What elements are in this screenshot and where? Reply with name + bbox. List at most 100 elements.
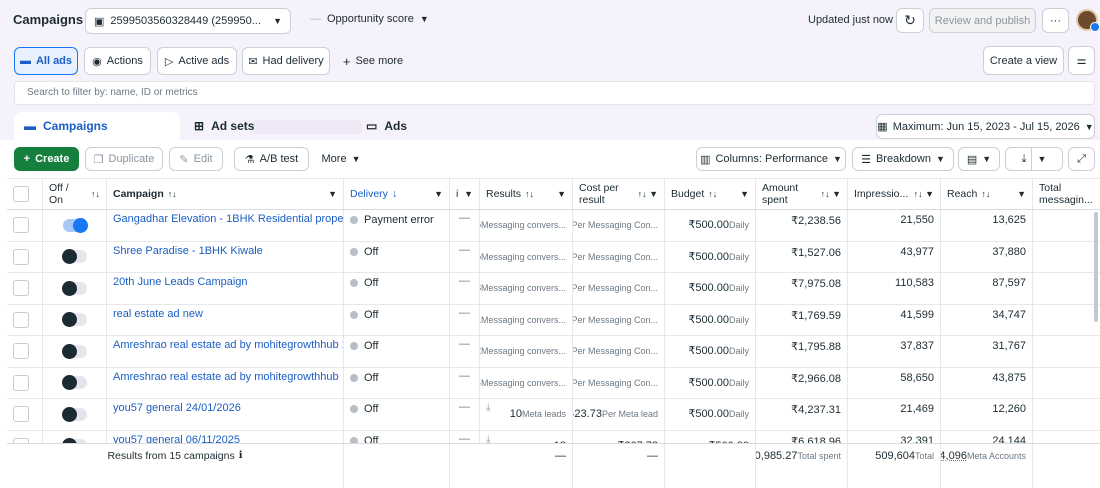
header-delivery[interactable]: Delivery ↓ ▼ xyxy=(344,179,450,209)
table-row[interactable]: Amreshrao real estate ad by mohitegrowth… xyxy=(7,336,1100,368)
header-results[interactable]: Results ↑↓ ▼ xyxy=(480,179,573,209)
select-all-checkbox[interactable] xyxy=(13,186,29,202)
campaign-name-link[interactable]: real estate ad new xyxy=(113,308,203,320)
delivery-cell: Payment error xyxy=(344,210,450,241)
budget-value: ₹500.00 xyxy=(688,408,729,421)
sort-icon: ↑↓ xyxy=(167,189,177,199)
delivery-cell: Off xyxy=(344,367,450,398)
active-ads-filter[interactable]: ▷ Active ads xyxy=(157,47,237,75)
campaign-name-link[interactable]: 20th June Leads Campaign xyxy=(113,276,248,288)
campaign-toggle[interactable] xyxy=(61,249,87,265)
row-checkbox[interactable] xyxy=(13,217,29,234)
account-selector[interactable]: ▣ 2599503560328449 (259950... ▼ xyxy=(85,8,291,34)
tab-highlight xyxy=(252,120,362,134)
table-row[interactable]: Gangadhar Elevation - 1BHK Residential p… xyxy=(7,210,1100,242)
campaign-toggle[interactable] xyxy=(61,280,87,296)
had-delivery-filter[interactable]: ✉ Had delivery xyxy=(242,47,330,75)
results-sub: Messaging convers... xyxy=(480,283,566,294)
header-offon[interactable]: Off / On ↑↓ xyxy=(43,179,107,209)
row-checkbox[interactable] xyxy=(13,248,29,265)
impressions-cell: 43,977 xyxy=(848,241,941,272)
delivery-status: Off xyxy=(364,277,379,289)
toggle-knob xyxy=(61,375,77,391)
table-row[interactable]: real estate ad new Off — 11Messaging con… xyxy=(7,304,1100,336)
header-budget[interactable]: Budget ↑↓ ▼ xyxy=(665,179,756,209)
ab-test-button[interactable]: ⚗ A/B test xyxy=(234,147,309,171)
campaign-toggle[interactable] xyxy=(61,406,87,422)
duplicate-button[interactable]: ❐ Duplicate xyxy=(85,147,163,171)
campaign-name-link[interactable]: Amreshrao real estate ad by mohitegrowth… xyxy=(113,371,339,383)
campaign-toggle[interactable] xyxy=(61,375,87,391)
header-campaign-label: Campaign xyxy=(113,188,164,200)
breakdown-selector[interactable]: ☰ Breakdown ▼ xyxy=(852,147,954,171)
results-sub: Messaging convers... xyxy=(480,377,566,388)
table-row[interactable]: Shree Paradise - 1BHK Kiwale Off — 55Mes… xyxy=(7,241,1100,273)
delivery-cell: Off xyxy=(344,399,450,430)
active-ads-label: Active ads xyxy=(178,55,230,67)
table-scrollbar[interactable] xyxy=(1094,212,1098,322)
campaign-name-link[interactable]: Gangadhar Elevation - 1BHK Residential p… xyxy=(113,213,343,225)
row-checkbox[interactable] xyxy=(13,311,29,328)
create-view-button[interactable]: Create a view xyxy=(983,46,1064,75)
refresh-button[interactable]: ↻ xyxy=(896,8,924,33)
toggle-knob xyxy=(61,312,77,328)
header-total-messaging[interactable]: Total messagin... xyxy=(1033,179,1100,209)
summary-row: Results from 15 campaignsℹ — — ₹80,985.2… xyxy=(7,443,1100,488)
actions-filter[interactable]: ◉ Actions xyxy=(84,47,151,75)
row-checkbox[interactable] xyxy=(13,280,29,297)
date-range-picker[interactable]: ▦ Maximum: Jun 15, 2023 - Jul 15, 2026 ▼ xyxy=(876,114,1095,139)
summary-impr-value: 509,604 xyxy=(875,450,915,462)
campaign-name-link[interactable]: Amreshrao real estate ad by mohitegrowth… xyxy=(113,339,343,351)
header-impressions[interactable]: Impressio... ↑↓ ▼ xyxy=(848,179,941,209)
cpr-sub: Per Messaging Con... xyxy=(573,283,658,294)
chevron-down-icon: ▼ xyxy=(557,189,566,199)
filter-settings-button[interactable]: ⚌ xyxy=(1068,46,1095,75)
see-more-label: See more xyxy=(355,55,404,67)
campaign-toggle[interactable] xyxy=(61,312,87,328)
toggle-cell xyxy=(43,399,107,430)
impressions-cell: 21,550 xyxy=(848,210,941,241)
header-cost-per-result[interactable]: Cost per result ↑↓ ▼ xyxy=(573,179,665,209)
columns-selector[interactable]: ▥ Columns: Performance ▼ xyxy=(696,147,846,171)
search-input[interactable]: Search to filter by: name, ID or metrics xyxy=(14,81,1095,105)
header-attribution[interactable]: i ▼ xyxy=(450,179,480,209)
table-row[interactable]: you57 general 24/01/2026 Off — ⤓ 10Meta l… xyxy=(7,399,1100,431)
campaign-toggle[interactable] xyxy=(62,217,88,233)
tab-campaigns[interactable]: ▬ Campaigns xyxy=(14,112,180,140)
campaigns-table: Off / On ↑↓ Campaign ↑↓ ▼ Delivery ↓ ▼ i ▼ Res… xyxy=(7,178,1100,488)
tab-adsets[interactable]: ⊞ Ad sets xyxy=(190,112,362,140)
budget-cell: ₹500.00Daily xyxy=(665,399,756,430)
review-publish-button[interactable]: Review and publish xyxy=(929,8,1036,33)
row-checkbox[interactable] xyxy=(13,374,29,391)
campaign-toggle[interactable] xyxy=(61,343,87,359)
header-campaign[interactable]: Campaign ↑↓ ▼ xyxy=(107,179,344,209)
charts-button[interactable]: ⤢ xyxy=(1068,147,1095,171)
results-cell: 22Messaging convers... xyxy=(480,336,573,367)
more-options-button[interactable]: ··· xyxy=(1042,8,1069,33)
row-checkbox[interactable] xyxy=(13,343,29,360)
avatar[interactable] xyxy=(1076,9,1100,32)
header-reach[interactable]: Reach ↑↓ ▼ xyxy=(941,179,1033,209)
export-button[interactable]: ⤓ ▼ xyxy=(1005,147,1063,171)
create-button[interactable]: + Create xyxy=(14,147,79,171)
summary-spent-sub: Total spent xyxy=(797,451,841,461)
all-ads-filter[interactable]: ▬ All ads xyxy=(14,47,78,75)
table-row[interactable]: 20th June Leads Campaign Off — 83Messagi… xyxy=(7,273,1100,305)
budget-cell: ₹500.00Daily xyxy=(665,273,756,304)
header-amount-spent[interactable]: Amount spent ↑↓ ▼ xyxy=(756,179,848,209)
table-row[interactable]: Amreshrao real estate ad by mohitegrowth… xyxy=(7,367,1100,399)
edit-button[interactable]: ✎ Edit xyxy=(169,147,223,171)
toggle-cell xyxy=(43,304,107,335)
summary-messaging xyxy=(1033,444,1100,488)
see-more-filter[interactable]: + See more xyxy=(338,47,408,75)
calendar-icon: ▦ xyxy=(877,121,888,133)
more-button[interactable]: More ▼ xyxy=(316,147,366,171)
campaign-name-link[interactable]: you57 general 24/01/2026 xyxy=(113,402,241,414)
reports-button[interactable]: ▤ ▼ xyxy=(958,147,1000,171)
campaign-name-link[interactable]: Shree Paradise - 1BHK Kiwale xyxy=(113,245,263,257)
tab-ads[interactable]: ▭ Ads xyxy=(366,112,407,140)
plus-icon: + xyxy=(23,153,31,165)
row-checkbox[interactable] xyxy=(13,406,29,423)
opportunity-score-button[interactable]: — Opportunity score ▼ xyxy=(310,13,429,25)
cpr-sub: Per Messaging Con... xyxy=(573,346,658,357)
